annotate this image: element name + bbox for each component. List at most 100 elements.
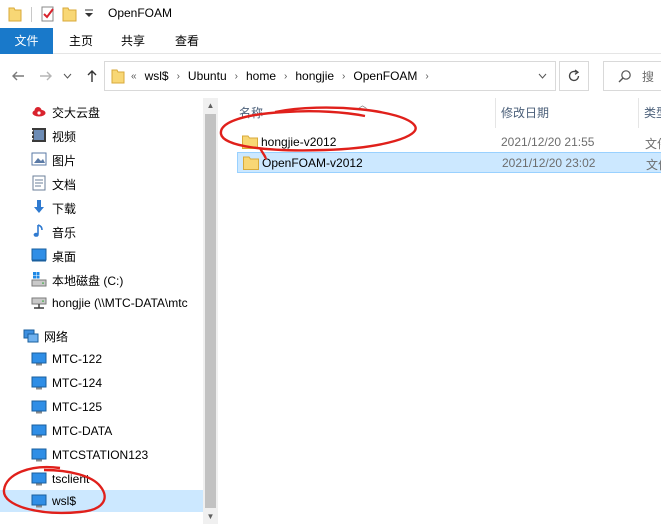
- column-divider[interactable]: [638, 98, 639, 128]
- chevron-down-icon: [63, 73, 71, 79]
- nav-item-desktop[interactable]: 桌面: [0, 244, 203, 266]
- tab-home[interactable]: 主页: [60, 28, 102, 54]
- back-button[interactable]: [8, 66, 28, 86]
- pictures-folder-icon: [31, 152, 47, 166]
- computer-icon: [31, 424, 47, 438]
- network-drive-icon: [31, 297, 47, 309]
- title-bar: OpenFOAM: [0, 0, 661, 28]
- nav-item-mtc-125[interactable]: MTC-125: [0, 396, 203, 418]
- computer-icon: [31, 494, 47, 508]
- chevron-right-icon[interactable]: ›: [231, 71, 242, 82]
- nav-item-label: 网络: [44, 330, 69, 344]
- download-arrow-icon: [34, 200, 44, 213]
- navigation-pane-scrollbar[interactable]: ▲ ▼: [203, 98, 218, 524]
- file-name: hongjie-v2012: [261, 135, 337, 149]
- chevron-right-icon[interactable]: ›: [173, 71, 184, 82]
- nav-item-mtc-122[interactable]: MTC-122: [0, 348, 203, 370]
- column-header-date-modified[interactable]: 修改日期: [501, 104, 549, 121]
- documents-folder-icon: [32, 175, 46, 191]
- up-button[interactable]: [82, 66, 102, 86]
- new-folder-icon[interactable]: [62, 6, 78, 22]
- breadcrumb-wsl[interactable]: wsl$: [141, 69, 173, 83]
- nav-item-mtcstation123[interactable]: MTCSTATION123: [0, 444, 203, 466]
- nav-item-label: hongjie (\\MTC-DATA\mtc: [52, 296, 188, 310]
- nav-item-wsl[interactable]: wsl$: [0, 490, 203, 512]
- folder-icon[interactable]: [8, 6, 22, 22]
- navigation-bar: « wsl$ › Ubuntu › home › hongjie › OpenF…: [0, 54, 661, 98]
- window-title: OpenFOAM: [108, 6, 173, 20]
- chevron-right-icon[interactable]: ›: [338, 71, 349, 82]
- nav-item-local-disk-c[interactable]: 本地磁盘 (C:): [0, 268, 203, 290]
- cloud-icon: [32, 107, 46, 117]
- chevron-right-icon[interactable]: ›: [421, 71, 432, 82]
- recent-locations-button[interactable]: [60, 66, 74, 86]
- file-name: OpenFOAM-v2012: [262, 156, 363, 170]
- nav-item-jiaoda-cloud[interactable]: 交大云盘: [0, 100, 203, 122]
- nav-item-label: MTC-124: [52, 376, 103, 390]
- nav-item-label: MTC-DATA: [52, 424, 113, 438]
- tab-file[interactable]: 文件: [0, 28, 53, 54]
- nav-item-documents[interactable]: 文档: [0, 172, 203, 194]
- address-history-dropdown[interactable]: [529, 62, 555, 90]
- nav-item-mtc-data[interactable]: MTC-DATA: [0, 420, 203, 442]
- folder-icon: [242, 135, 258, 149]
- computer-icon: [31, 472, 47, 486]
- nav-item-network-drive-hongjie[interactable]: hongjie (\\MTC-DATA\mtc: [0, 292, 203, 314]
- file-row-hongjie-v2012[interactable]: hongjie-v2012 2021/12/20 21:55 文件: [237, 132, 661, 153]
- column-divider[interactable]: [495, 98, 496, 128]
- computer-icon: [31, 448, 47, 462]
- nav-item-mtc-124[interactable]: MTC-124: [0, 372, 203, 394]
- desktop-icon: [31, 248, 47, 262]
- overflow-crumbs-button[interactable]: «: [127, 71, 141, 82]
- sort-ascending-icon: ︿: [358, 100, 368, 110]
- nav-item-label: tsclient: [52, 472, 90, 486]
- scroll-up-button[interactable]: ▲: [203, 98, 218, 113]
- forward-button[interactable]: [36, 66, 56, 86]
- file-type: 文件: [645, 137, 661, 151]
- nav-item-label: 视频: [52, 130, 77, 144]
- nav-item-tsclient[interactable]: tsclient: [0, 468, 203, 490]
- forward-arrow-icon: [40, 71, 52, 81]
- navigation-pane: 交大云盘 视频 图片 文档 下载 音乐 桌面 本地磁盘 (C:) hongjie…: [0, 98, 203, 530]
- nav-item-label: MTC-125: [52, 400, 103, 414]
- refresh-button[interactable]: [559, 61, 589, 91]
- nav-item-pictures[interactable]: 图片: [0, 148, 203, 170]
- nav-item-label: 交大云盘: [52, 106, 101, 120]
- column-header-name[interactable]: 名称: [239, 104, 263, 121]
- nav-item-network[interactable]: 网络: [0, 324, 203, 346]
- computer-icon: [31, 400, 47, 414]
- column-header-type[interactable]: 类型: [644, 104, 661, 121]
- file-row-openfoam-v2012[interactable]: OpenFOAM-v2012 2021/12/20 23:02 文件: [237, 152, 661, 173]
- nav-item-music[interactable]: 音乐: [0, 220, 203, 242]
- nav-item-label: 桌面: [52, 250, 77, 264]
- file-list: ︿ 名称 修改日期 类型 hongjie-v2012 2021/12/20 21…: [219, 98, 661, 530]
- folder-icon: [111, 69, 125, 84]
- customize-toolbar-dropdown-icon[interactable]: [84, 9, 94, 19]
- search-box[interactable]: 搜: [603, 61, 661, 91]
- tab-share[interactable]: 共享: [112, 28, 154, 54]
- nav-item-label: 图片: [52, 154, 77, 168]
- breadcrumb-openfoam[interactable]: OpenFOAM: [349, 69, 421, 83]
- properties-icon[interactable]: [40, 6, 56, 22]
- computer-icon: [31, 376, 47, 390]
- scrollbar-thumb[interactable]: [205, 114, 216, 508]
- nav-item-label: MTCSTATION123: [52, 448, 149, 462]
- ribbon: 文件 主页 共享 查看: [0, 28, 661, 54]
- nav-item-videos[interactable]: 视频: [0, 124, 203, 146]
- computer-icon: [31, 352, 47, 366]
- nav-item-downloads[interactable]: 下载: [0, 196, 203, 218]
- breadcrumb-ubuntu[interactable]: Ubuntu: [184, 69, 231, 83]
- file-type: 文件: [646, 158, 661, 172]
- nav-item-label: 文档: [52, 178, 77, 192]
- scroll-down-button[interactable]: ▼: [203, 509, 218, 524]
- breadcrumb-home[interactable]: home: [242, 69, 280, 83]
- refresh-icon: [568, 69, 580, 82]
- chevron-right-icon[interactable]: ›: [280, 71, 291, 82]
- address-bar[interactable]: « wsl$ › Ubuntu › home › hongjie › OpenF…: [104, 61, 556, 91]
- tab-view[interactable]: 查看: [166, 28, 208, 54]
- search-placeholder: 搜: [642, 69, 655, 84]
- windows-drive-icon: [31, 272, 47, 287]
- breadcrumb-hongjie[interactable]: hongjie: [291, 69, 338, 83]
- chevron-down-icon: [538, 73, 546, 79]
- file-date-modified: 2021/12/20 23:02: [502, 156, 596, 170]
